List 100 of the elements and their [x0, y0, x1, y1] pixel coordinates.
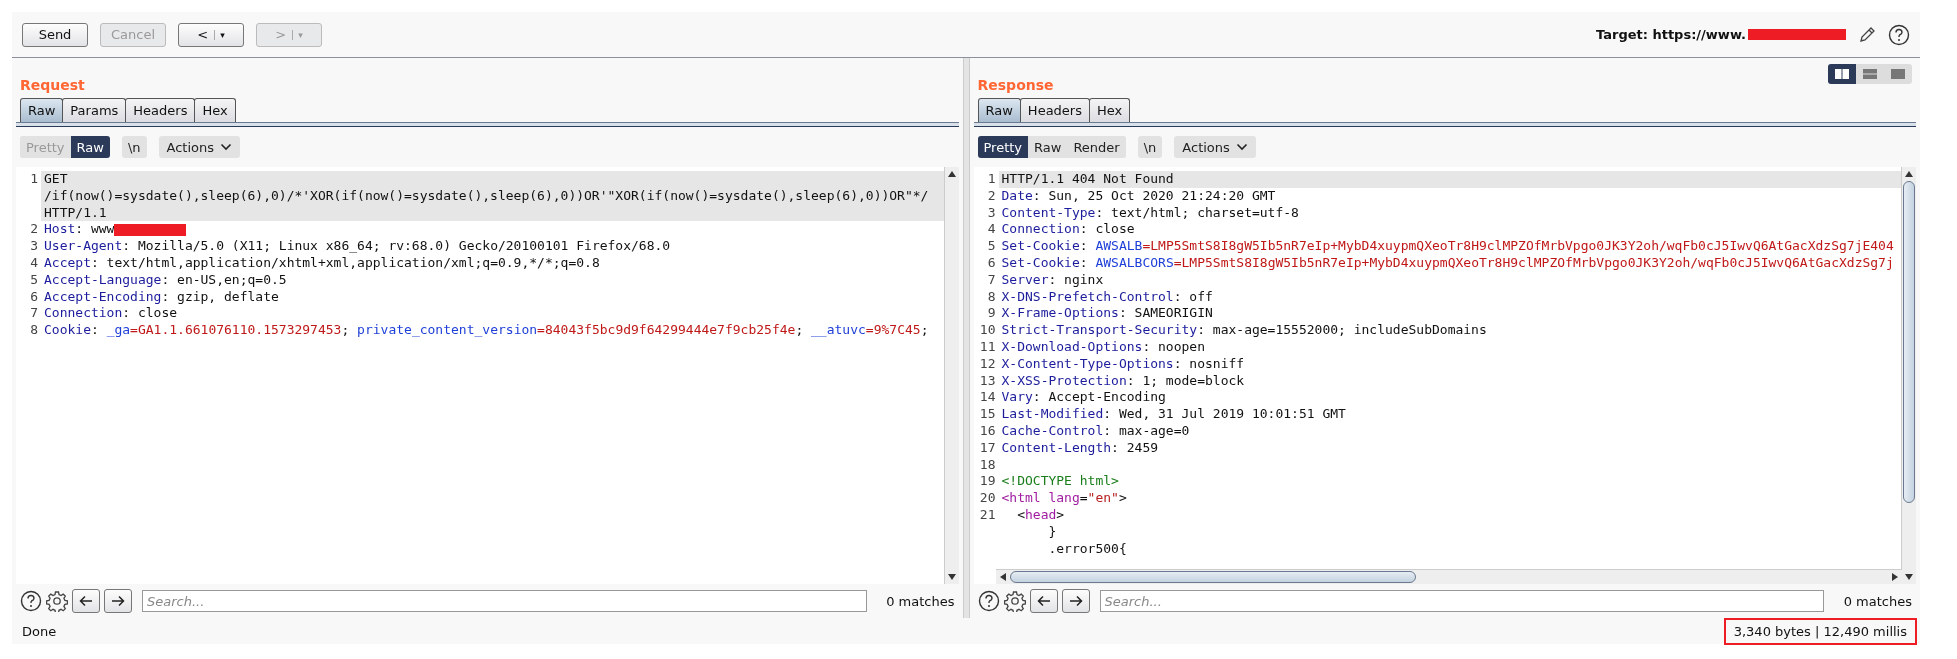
- code-editor[interactable]: [973, 167, 1916, 584]
- line-number: 2: [987, 187, 996, 203]
- toolbar-button[interactable]: < ▾: [178, 22, 245, 47]
- code-line: <html lang="en">: [1000, 490, 1128, 507]
- code-line: Server: nginx: [1000, 271, 1105, 289]
- line-number: 16: [979, 422, 996, 438]
- pane-title: Request: [20, 77, 85, 93]
- layout-icon: [1862, 69, 1878, 79]
- horizontal-scrollbar[interactable]: [995, 569, 1902, 584]
- layout-icon: [1890, 69, 1906, 79]
- next-match-button[interactable]: [104, 589, 132, 613]
- code-line: X-DNS-Prefetch-Control: off: [1000, 288, 1214, 306]
- code-editor[interactable]: [16, 167, 959, 584]
- help-icon[interactable]: [20, 590, 42, 612]
- left-arrow-icon: [1036, 595, 1051, 607]
- actions-button[interactable]: Actions: [158, 136, 241, 158]
- tab[interactable]: Raw: [977, 98, 1021, 122]
- line-number: 8: [30, 322, 38, 338]
- code-line: X-XSS-Protection: 1; mode=block: [1000, 372, 1246, 390]
- layout-icon: [1834, 69, 1850, 79]
- response-stats: 3,340 bytes | 12,490 millis: [1723, 617, 1917, 645]
- line-number: 10: [979, 322, 996, 338]
- code-line: X-Frame-Options: SAMEORIGIN: [1000, 305, 1214, 323]
- line-number: 4: [987, 221, 996, 237]
- match-count: 0 matches: [885, 593, 955, 609]
- line-number: 5: [987, 238, 996, 254]
- code-line: Accept-Encoding: gzip, deflate: [43, 288, 280, 306]
- tab[interactable]: Headers: [125, 98, 196, 122]
- line-number: 7: [987, 271, 996, 287]
- layout-toggle-button[interactable]: [1828, 64, 1856, 84]
- line-number: 7: [30, 305, 38, 321]
- line-number: 21: [979, 506, 996, 522]
- search-field[interactable]: Search...: [1099, 590, 1824, 612]
- line-number: 3: [30, 238, 38, 254]
- vertical-scrollbar[interactable]: [1901, 167, 1916, 584]
- code-line: Cache-Control: max-age=0: [1000, 422, 1191, 440]
- code-line: Last-Modified: Wed, 31 Jul 2019 10:01:51 GMT: [1000, 406, 1347, 423]
- pane-title: Response: [977, 77, 1054, 93]
- code-line: Set-Cookie: AWSALBCORS=LMP5SmtS8I8gW5Ib5nR7eIp+MybD4xuypmQXeoTr8H9clMPZOfMrbVpgo0JK3Y2oh/wqFb0cJ5IwvQ6AtGacXdzSg7j: [1000, 255, 1895, 272]
- line-number: 14: [979, 389, 996, 405]
- target-label: Target: https://www.: [1596, 27, 1846, 42]
- settings-icon[interactable]: [46, 590, 68, 612]
- code-line: User-Agent: Mozilla/5.0 (X11; Linux x86_64; rv:68.0) Gecko/20100101 Firefox/68.0: [43, 238, 672, 255]
- code-line: Host: www: [41, 221, 944, 239]
- newline-toggle-button[interactable]: \n: [1137, 136, 1163, 158]
- vertical-scrollbar[interactable]: [943, 167, 959, 584]
- right-arrow-icon: [1068, 595, 1083, 607]
- code-line: Connection: close: [43, 305, 179, 323]
- code-line: Set-Cookie: AWSALB=LMP5SmtS8I8gW5Ib5nR7eIp+MybD4xuypmQXeoTr8H9clMPZOfMrbVpgo0JK3Y2oh/wqFb0cJ5IwvQ6AtGacXdzSg7jE404: [1000, 238, 1895, 255]
- toolbar-button[interactable]: Send: [22, 22, 88, 47]
- tab[interactable]: Params: [62, 98, 127, 122]
- tab[interactable]: Raw: [20, 98, 64, 122]
- previous-match-button[interactable]: [1029, 589, 1058, 613]
- line-number: 6: [987, 255, 996, 270]
- code-line: <!DOCTYPE html>: [1000, 473, 1120, 491]
- view-mode-button[interactable]: Raw: [70, 136, 110, 158]
- chevron-down-icon: [1235, 143, 1248, 151]
- left-arrow-icon: [79, 595, 93, 607]
- line-number: 2: [30, 221, 38, 237]
- line-number: 12: [979, 355, 996, 371]
- chevron-down-icon: [220, 143, 233, 151]
- line-number: 20: [979, 490, 996, 506]
- line-number: 6: [30, 288, 38, 304]
- code-line: Accept: text/html,application/xhtml+xml,application/xml;q=0.9,*/*;q=0.8: [43, 255, 601, 272]
- line-number: 18: [979, 456, 996, 472]
- code-line: <head>: [1016, 506, 1066, 524]
- tab[interactable]: Headers: [1019, 98, 1090, 122]
- right-arrow-icon: [111, 595, 125, 607]
- line-number: 1: [30, 171, 38, 186]
- code-line: Connection: close: [1000, 221, 1136, 239]
- line-number: 13: [979, 372, 996, 388]
- code-line: Content-Length: 2459: [1000, 439, 1160, 457]
- code-line: Cookie: _ga=GA1.1.661076110.1573297453; private_content_version=84043f5bc9d9f64299444e7f9cb25f4e; __atuvc=9%7C45;: [43, 322, 930, 339]
- code-line: }: [1047, 523, 1058, 541]
- tab[interactable]: Hex: [1088, 98, 1131, 122]
- match-count: 0 matches: [1842, 593, 1912, 609]
- line-number: 11: [979, 338, 996, 354]
- help-icon[interactable]: [1888, 23, 1910, 46]
- help-icon[interactable]: [977, 590, 1000, 612]
- tab[interactable]: Hex: [194, 98, 236, 122]
- line-number: 8: [987, 288, 996, 304]
- settings-icon[interactable]: [1003, 590, 1026, 612]
- code-line: X-Content-Type-Options: nosniff: [1000, 355, 1246, 373]
- code-line: Strict-Transport-Security: max-age=15552000; includeSubDomains: [1000, 322, 1488, 339]
- line-number: 4: [30, 255, 38, 270]
- actions-button[interactable]: Actions: [1174, 136, 1256, 158]
- view-mode-button[interactable]: Pretty: [977, 136, 1029, 158]
- next-match-button[interactable]: [1061, 589, 1090, 613]
- status-text: Done: [22, 623, 57, 639]
- pencil-icon[interactable]: [1858, 25, 1876, 44]
- line-number: 5: [30, 271, 38, 287]
- code-line: Date: Sun, 25 Oct 2020 21:24:20 GMT: [1000, 187, 1277, 205]
- line-number: 1: [987, 171, 996, 186]
- line-number: 15: [979, 406, 996, 422]
- line-number: 9: [987, 305, 996, 321]
- line-number: 17: [979, 439, 996, 455]
- previous-match-button[interactable]: [72, 589, 100, 613]
- newline-toggle-button[interactable]: \n: [121, 136, 147, 158]
- search-field[interactable]: Search...: [142, 590, 867, 612]
- line-number: 19: [979, 473, 996, 489]
